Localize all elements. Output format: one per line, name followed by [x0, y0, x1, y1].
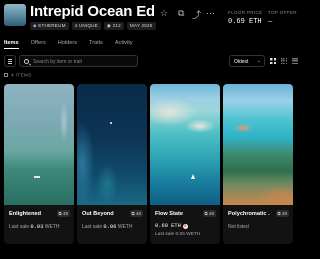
last-sale: Last sale 0.03 WETH — [9, 224, 59, 230]
items-count: 4 ITEMS — [4, 73, 32, 79]
last-sale-unit: WETH — [44, 224, 60, 230]
last-sale-value: 0.05 — [175, 232, 185, 237]
top-offer-label: TOP OFFER — [268, 10, 297, 15]
nft-name: Polychromatic ... — [228, 211, 270, 217]
edition-count: 48 — [281, 211, 287, 216]
token-icon: ◉ — [106, 23, 112, 28]
collection-title: Intrepid Ocean Edition... — [30, 3, 154, 20]
edition-count: 48 — [208, 211, 214, 216]
list-view-icon[interactable] — [292, 58, 298, 64]
chevron-down-icon: ⌄ — [256, 58, 261, 64]
sort-label: Oldest — [234, 58, 249, 65]
share-icon[interactable]: ⤴ — [192, 8, 201, 21]
grid-small-view-icon[interactable] — [281, 58, 287, 64]
unique-badge: 4 UNIQUE — [71, 22, 101, 30]
nft-card[interactable]: Enlightened ⧉ 48 Last sale 0.03 WETH — [4, 84, 74, 244]
nft-image — [223, 84, 293, 205]
nft-image — [77, 84, 147, 205]
date-badge: MAY 2025 — [126, 22, 156, 30]
items-count-label: 4 ITEMS — [11, 73, 32, 79]
edition-count: 48 — [62, 211, 68, 216]
floor-price-value: 0.69 ETH — [228, 18, 262, 26]
tab-bar: Items Offers Holders Traits Activity — [4, 40, 133, 49]
edition-count-badge: ⧉ 48 — [129, 210, 143, 217]
nft-card[interactable]: Out Beyond ⧉ 48 Last sale 0.06 WETH — [77, 84, 147, 244]
nft-card[interactable]: Polychromatic ... ⧉ 48 Not listed — [223, 84, 293, 244]
nft-name: Enlightened — [9, 211, 42, 217]
top-offer-value: — — [268, 18, 273, 26]
last-sale: Last sale 0.05 WETH — [155, 232, 200, 237]
filter-button[interactable] — [4, 55, 16, 67]
select-all-checkbox[interactable] — [4, 73, 8, 77]
collection-logo — [4, 4, 26, 26]
last-sale-value: 0.06 — [103, 224, 117, 230]
last-sale-value: 0.03 — [30, 224, 44, 230]
last-sale-label: Last sale — [155, 232, 175, 237]
search-icon — [24, 58, 29, 64]
tab-holders[interactable]: Holders — [58, 40, 77, 49]
collection-badges: ◆ ETHEREUM 4 UNIQUE ◉ 212 MAY 2025 — [30, 22, 156, 30]
nft-name: Flow State — [155, 211, 183, 217]
edition-count-badge: ⧉ 48 — [56, 210, 70, 217]
edition-count: 48 — [135, 211, 141, 216]
list-price-value: 0.69 ETH — [155, 223, 181, 229]
last-sale: Last sale 0.06 WETH — [82, 224, 132, 230]
copy-icon[interactable]: ⧉ — [178, 8, 184, 19]
ethereum-icon: ◆ — [33, 23, 37, 28]
opensea-icon: ⛵ — [182, 224, 188, 229]
last-sale-unit: WETH — [117, 224, 133, 230]
search-input[interactable]: Search by item or trait — [19, 55, 138, 67]
last-sale-unit: WETH — [186, 232, 201, 237]
nft-card[interactable]: Flow State ⧉ 48 0.69 ETH ⛵ Last sale 0.05… — [150, 84, 220, 244]
last-sale-label: Last sale — [82, 224, 103, 230]
nft-image — [4, 84, 74, 205]
nft-image — [150, 84, 220, 205]
search-placeholder: Search by item or trait — [33, 58, 82, 65]
sort-dropdown[interactable]: Oldest ⌄ — [229, 55, 265, 67]
last-sale-label: Last sale — [9, 224, 30, 230]
list-price: 0.69 ETH ⛵ — [155, 223, 188, 229]
token-badge: ◉ 212 — [103, 22, 124, 30]
floor-price-label: FLOOR PRICE — [228, 10, 263, 15]
listing-status: Not listed — [228, 224, 249, 230]
tab-items[interactable]: Items — [4, 40, 19, 49]
collection-header: Intrepid Ocean Edition... ☆ ⧉ ⤴ ⋯ ◆ ETHE… — [0, 0, 300, 36]
tab-activity[interactable]: Activity — [115, 40, 133, 49]
token-id: 212 — [112, 23, 121, 28]
chain-label: ETHEREUM — [38, 23, 66, 28]
tab-traits[interactable]: Traits — [89, 40, 103, 49]
edition-count-badge: ⧉ 48 — [202, 210, 216, 217]
star-icon[interactable]: ☆ — [160, 8, 168, 19]
grid-large-view-icon[interactable] — [270, 58, 276, 64]
chain-badge: ◆ ETHEREUM — [30, 22, 69, 30]
edition-count-badge: ⧉ 48 — [275, 210, 289, 217]
more-icon[interactable]: ⋯ — [206, 8, 215, 19]
nft-name: Out Beyond — [82, 211, 114, 217]
tab-offers[interactable]: Offers — [31, 40, 46, 49]
